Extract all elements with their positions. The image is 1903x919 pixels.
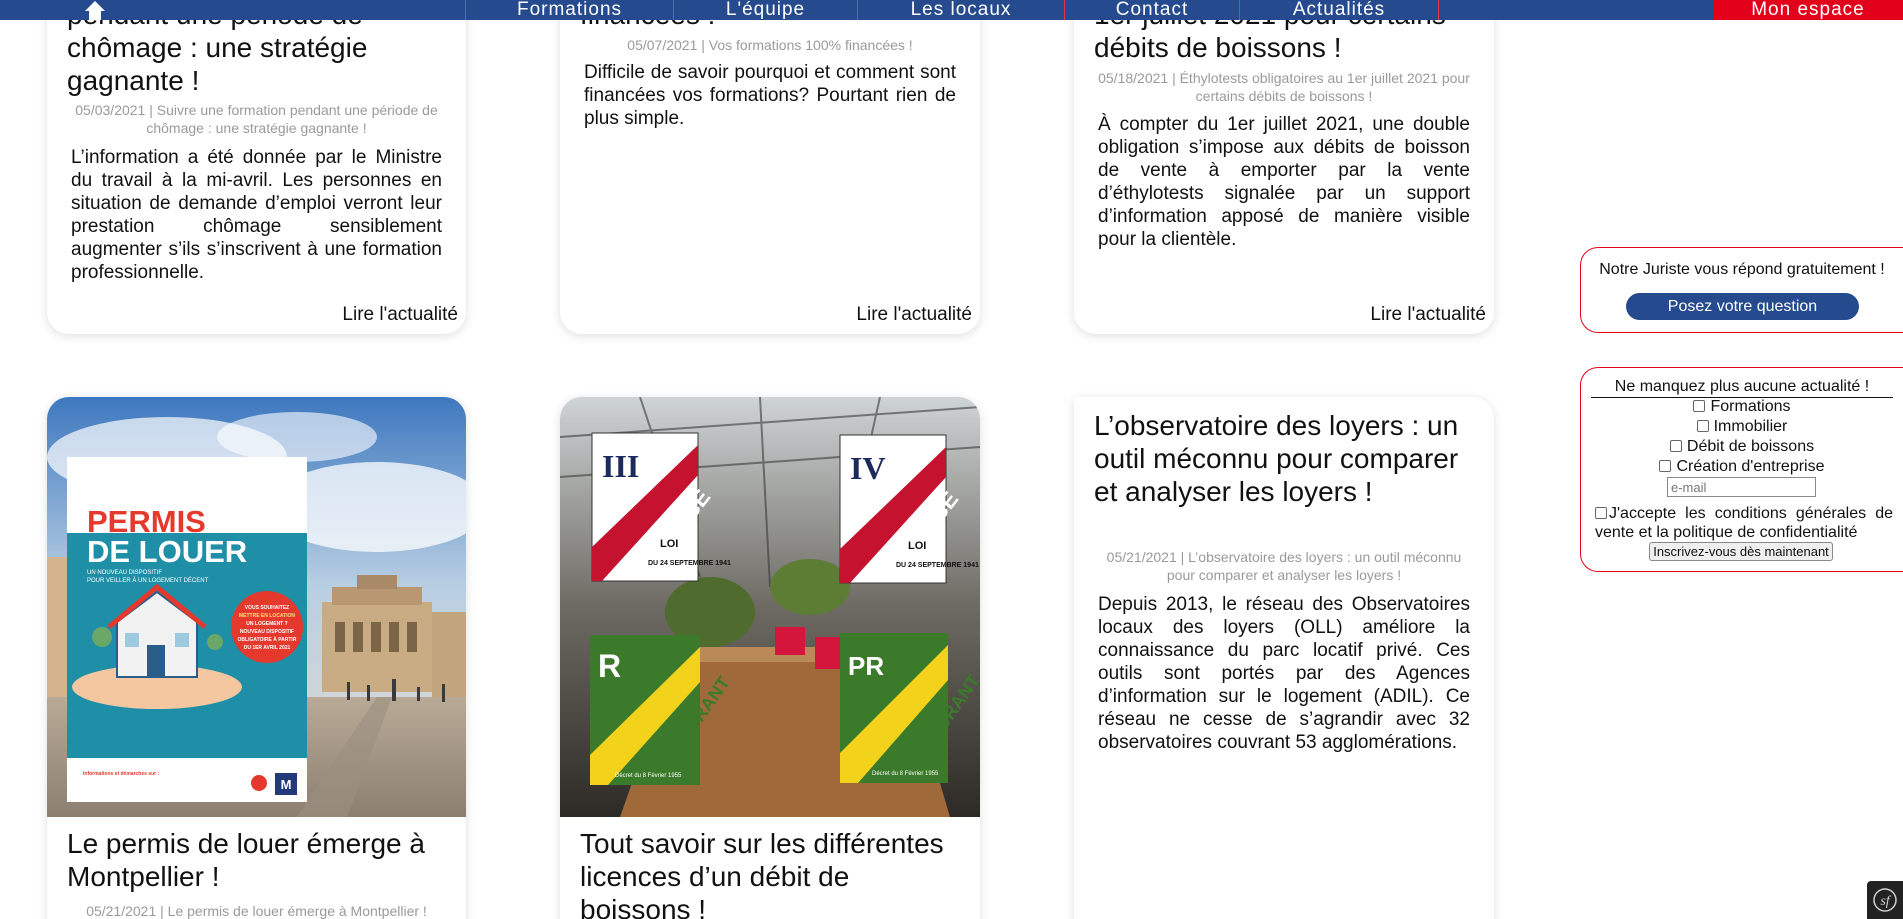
- news-card-chomage: pendant une période de chômage : une str…: [47, 0, 466, 334]
- card-meta: 05/21/2021 | L’observatoire des loyers :…: [1106, 549, 1462, 583]
- nav-formations[interactable]: Formations: [465, 0, 673, 20]
- svg-text:NOUVEAU DISPOSITIF: NOUVEAU DISPOSITIF: [240, 629, 294, 635]
- svg-text:METTRE EN LOCATION: METTRE EN LOCATION: [239, 613, 295, 619]
- card-excerpt: À compter du 1er juillet 2021, une doubl…: [1098, 114, 1470, 250]
- svg-text:VOUS SOUHAITEZ: VOUS SOUHAITEZ: [245, 605, 289, 611]
- svg-text:M: M: [281, 777, 292, 792]
- ask-question-button[interactable]: Posez votre question: [1626, 293, 1859, 320]
- nav-actualites[interactable]: Actualités: [1239, 0, 1439, 20]
- nav-contact[interactable]: Contact: [1064, 0, 1239, 20]
- svg-text:Informations et démarches sur: Informations et démarches sur :: [83, 771, 159, 777]
- option-label: Débit de boissons: [1686, 438, 1815, 455]
- card-meta: 05/21/2021 | Le permis de louer émerge à…: [86, 903, 427, 919]
- juriste-text: Notre Juriste vous répond gratuitement !: [1599, 261, 1885, 278]
- card-title-line: chômage : une stratégie: [67, 32, 368, 63]
- option-label: Création d'entreprise: [1676, 458, 1825, 475]
- permis-louer-image[interactable]: PERMIS DE LOUER UN NOUVEAU DISPOSITIF PO…: [47, 397, 466, 817]
- checkbox[interactable]: [1659, 460, 1672, 472]
- news-card-formations-financees: financées ! 05/07/2021 | Vos formations …: [560, 0, 980, 334]
- svg-text:R: R: [598, 648, 621, 684]
- option-label: Formations: [1710, 398, 1791, 415]
- debug-toolbar-toggle[interactable]: sf: [1867, 881, 1903, 919]
- card-title: Le permis de louer émerge à Montpellier …: [67, 828, 425, 892]
- accept-checkbox[interactable]: [1595, 507, 1607, 519]
- newsletter-option-formations[interactable]: Formations: [1581, 398, 1903, 416]
- read-more-link[interactable]: Lire l'actualité: [1370, 304, 1486, 326]
- svg-text:III: III: [602, 448, 639, 484]
- news-card-observatoire-loyers: L’observatoire des loyers : un outil méc…: [1074, 397, 1494, 919]
- read-more-link[interactable]: Lire l'actualité: [342, 304, 458, 326]
- accept-label: J'accepte les conditions générales de ve…: [1595, 505, 1893, 541]
- svg-text:Décret du 8 Février 1955: Décret du 8 Février 1955: [872, 771, 939, 777]
- svg-text:OBLIGATOIRE À PARTIR: OBLIGATOIRE À PARTIR: [238, 636, 297, 643]
- news-card-ethylotests: 1er juillet 2021 pour certains débits de…: [1074, 0, 1494, 334]
- checkbox[interactable]: [1696, 420, 1709, 432]
- svg-text:IV: IV: [850, 450, 886, 486]
- card-meta: 05/18/2021 | Éthylotests obligatoires au…: [1098, 70, 1470, 104]
- svg-text:sf: sf: [1880, 894, 1891, 909]
- svg-text:Décret du 8 Février 1955: Décret du 8 Février 1955: [615, 773, 682, 779]
- svg-text:LOI: LOI: [660, 538, 678, 550]
- svg-text:DE LOUER: DE LOUER: [87, 534, 247, 569]
- newsletter-option-debit-boissons[interactable]: Débit de boissons: [1581, 438, 1903, 456]
- checkbox[interactable]: [1669, 440, 1682, 452]
- news-card-licences: III LICENCE LOI DU 24 SEPTEMBRE 1941 IV …: [560, 397, 980, 919]
- accept-conditions[interactable]: J'accepte les conditions générales de ve…: [1595, 504, 1893, 542]
- card-title: L’observatoire des loyers : un outil méc…: [1094, 410, 1459, 507]
- svg-text:UN LOGEMENT ?: UN LOGEMENT ?: [246, 621, 287, 627]
- svg-text:DU 1ER AVRIL 2021: DU 1ER AVRIL 2021: [244, 645, 291, 651]
- svg-text:UN NOUVEAU DISPOSITIF: UN NOUVEAU DISPOSITIF: [87, 570, 162, 576]
- svg-text:POUR VEILLER À UN LOGEMENT DÉC: POUR VEILLER À UN LOGEMENT DÉCENT: [87, 577, 209, 584]
- newsletter-box: Ne manquez plus aucune actualité ! Forma…: [1580, 367, 1903, 572]
- nav-locaux[interactable]: Les locaux: [857, 0, 1064, 20]
- newsletter-option-immobilier[interactable]: Immobilier: [1581, 418, 1903, 436]
- svg-text:PR: PR: [848, 651, 884, 681]
- card-title-line: débits de boissons !: [1094, 32, 1342, 63]
- nav-mon-espace[interactable]: Mon espace: [1713, 0, 1903, 20]
- card-meta: 05/07/2021 | Vos formations 100% financé…: [627, 37, 913, 53]
- svg-text:DU 24 SEPTEMBRE 1941: DU 24 SEPTEMBRE 1941: [648, 560, 731, 567]
- card-excerpt: Depuis 2013, le réseau des Observatoires…: [1098, 594, 1470, 753]
- top-navigation: Formations L'équipe Les locaux Contact A…: [0, 0, 1903, 20]
- newsletter-option-creation-entreprise[interactable]: Création d'entreprise: [1581, 458, 1903, 476]
- read-more-link[interactable]: Lire l'actualité: [856, 304, 972, 326]
- card-title: Tout savoir sur les différentes licences…: [580, 828, 944, 919]
- subscribe-button[interactable]: Inscrivez-vous dès maintenant: [1649, 542, 1833, 561]
- checkbox[interactable]: [1693, 400, 1706, 412]
- licences-image[interactable]: III LICENCE LOI DU 24 SEPTEMBRE 1941 IV …: [560, 397, 980, 817]
- symfony-icon: sf: [1873, 888, 1897, 912]
- svg-text:DU 24 SEPTEMBRE 1941: DU 24 SEPTEMBRE 1941: [896, 562, 979, 569]
- home-icon[interactable]: [84, 0, 106, 20]
- email-field[interactable]: [1667, 477, 1816, 497]
- juriste-box: Notre Juriste vous répond gratuitement !…: [1580, 247, 1903, 333]
- option-label: Immobilier: [1713, 418, 1788, 435]
- card-excerpt: Difficile de savoir pourquoi et comment …: [584, 62, 956, 129]
- newsletter-title: Ne manquez plus aucune actualité !: [1591, 378, 1893, 398]
- card-excerpt: L’information a été donnée par le Minist…: [71, 147, 442, 283]
- card-title-line: gagnante !: [67, 65, 200, 96]
- card-meta: 05/03/2021 | Suivre une formation pendan…: [75, 102, 438, 136]
- nav-equipe[interactable]: L'équipe: [673, 0, 857, 20]
- svg-text:LOI: LOI: [908, 540, 926, 552]
- news-card-permis-louer: PERMIS DE LOUER UN NOUVEAU DISPOSITIF PO…: [47, 397, 466, 919]
